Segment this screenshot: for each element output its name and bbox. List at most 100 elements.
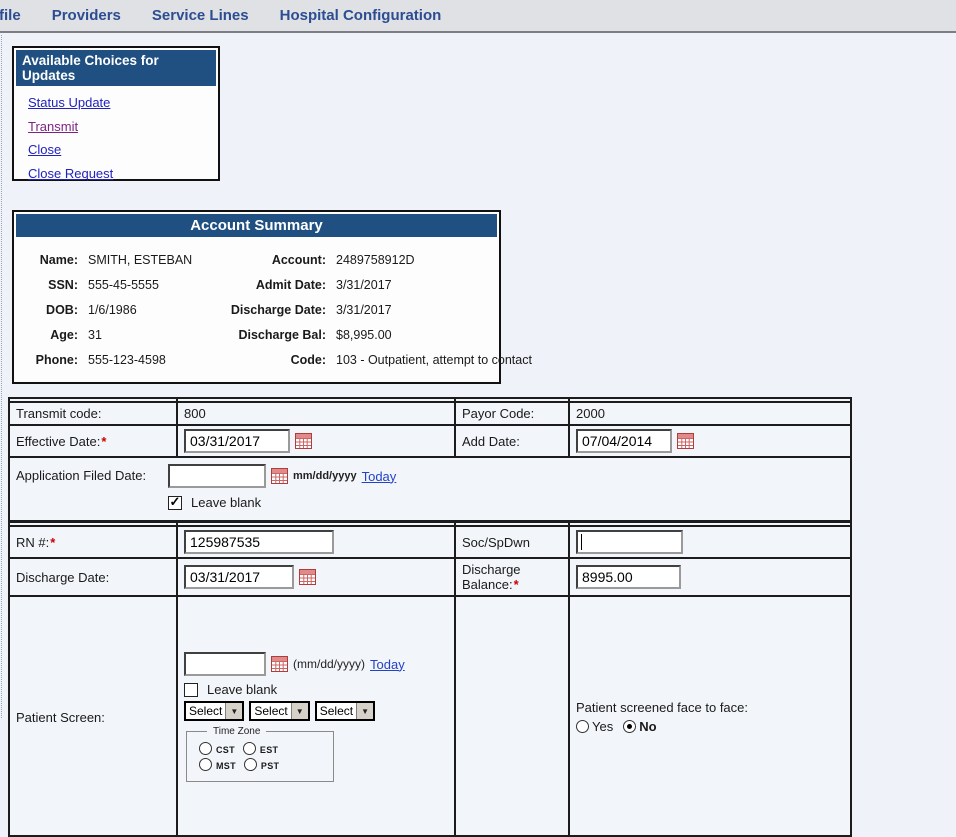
available-choices-panel: Available Choices for Updates Status Upd…	[12, 46, 220, 181]
leave-blank-checkbox[interactable]	[184, 683, 198, 697]
form-table-top: Transmit code: 800 Payor Code: 2000 Effe…	[8, 397, 852, 522]
discharge-date-label: Discharge Date:	[16, 570, 109, 585]
screened-f2f-radio-yes[interactable]	[576, 720, 589, 733]
transmit-code-value: 800	[184, 406, 206, 421]
timezone-fieldset: Time Zone CST EST MST PST	[186, 726, 334, 782]
calendar-icon[interactable]	[271, 468, 288, 484]
timezone-label-mst: MST	[216, 761, 236, 771]
frame-border	[1, 35, 2, 718]
age-value: 31	[88, 322, 218, 347]
select-value: Select	[317, 703, 356, 719]
add-date-input[interactable]	[576, 429, 672, 453]
discharge-date-value: 3/31/2017	[336, 297, 532, 322]
timezone-label-pst: PST	[261, 761, 279, 771]
screened-f2f-label-no: No	[639, 719, 656, 734]
application-filed-date-input[interactable]	[168, 464, 266, 488]
phone-label: Phone:	[22, 347, 78, 372]
add-date-label: Add Date:	[462, 434, 520, 449]
soc-spdwn-input[interactable]	[576, 530, 683, 554]
account-value: 2489758912D	[336, 247, 532, 272]
calendar-icon[interactable]	[295, 433, 312, 449]
link-transmit[interactable]: Transmit	[28, 120, 218, 134]
required-marker: *	[50, 535, 55, 550]
link-close-request[interactable]: Close Request	[28, 167, 218, 181]
chevron-down-icon: ▼	[291, 703, 308, 719]
nav-item-file[interactable]: file	[0, 7, 21, 24]
nav-item-providers[interactable]: Providers	[52, 7, 121, 24]
application-filed-date-label: Application Filed Date:	[16, 464, 168, 483]
leave-blank-label: Leave blank	[191, 495, 261, 510]
patient-screen-select-2[interactable]: Select▼	[249, 701, 309, 721]
chevron-down-icon: ▼	[356, 703, 373, 719]
soc-spdwn-label: Soc/SpDwn	[462, 535, 530, 550]
calendar-icon[interactable]	[271, 656, 288, 672]
name-value: SMITH, ESTEBAN	[88, 247, 218, 272]
rn-number-input[interactable]	[184, 530, 334, 554]
admit-date-value: 3/31/2017	[336, 272, 532, 297]
screened-f2f-radio-no[interactable]	[623, 720, 636, 733]
nav-item-service-lines[interactable]: Service Lines	[152, 7, 249, 24]
ssn-label: SSN:	[22, 272, 78, 297]
timezone-radio-mst[interactable]	[199, 758, 212, 771]
effective-date-input[interactable]	[184, 429, 290, 453]
dob-label: DOB:	[22, 297, 78, 322]
transmit-code-label-cell: Transmit code:	[9, 402, 177, 425]
required-marker: *	[101, 434, 106, 449]
transmit-code-value-cell: 800	[177, 402, 455, 425]
screened-f2f-label: Patient screened face to face:	[576, 700, 844, 715]
admit-date-label: Admit Date:	[228, 272, 326, 297]
discharge-date-label: Discharge Date:	[228, 297, 326, 322]
link-close[interactable]: Close	[28, 143, 218, 157]
form-table-bottom: RN #:* Soc/SpDwn Discharge Date: Dischar…	[8, 521, 852, 837]
dob-value: 1/6/1986	[88, 297, 218, 322]
timezone-legend: Time Zone	[207, 726, 266, 737]
account-summary-title: Account Summary	[16, 214, 497, 237]
leave-blank-label: Leave blank	[207, 682, 277, 697]
timezone-radio-pst[interactable]	[244, 758, 257, 771]
rn-number-label: RN #:	[16, 535, 49, 550]
code-value: 103 - Outpatient, attempt to contact	[336, 347, 532, 372]
name-label: Name:	[22, 247, 78, 272]
discharge-balance-input[interactable]	[576, 565, 681, 589]
payor-code-value-cell: 2000	[569, 402, 851, 425]
choices-link-list: Status Update Transmit Close Close Reque…	[14, 88, 218, 180]
chevron-down-icon: ▼	[225, 703, 242, 719]
select-value: Select	[186, 703, 225, 719]
discharge-bal-label: Discharge Bal:	[228, 322, 326, 347]
screened-f2f-label-yes: Yes	[592, 719, 613, 734]
patient-screen-select-3[interactable]: Select▼	[315, 701, 375, 721]
today-link[interactable]: Today	[362, 469, 397, 484]
account-label: Account:	[228, 247, 326, 272]
timezone-radio-est[interactable]	[243, 742, 256, 755]
link-status-update[interactable]: Status Update	[28, 96, 218, 110]
account-summary-grid: Name: SMITH, ESTEBAN Account: 2489758912…	[14, 239, 499, 382]
calendar-icon[interactable]	[677, 433, 694, 449]
transmit-code-label: Transmit code:	[16, 406, 102, 421]
date-format-hint: (mm/dd/yyyy)	[293, 657, 365, 671]
age-label: Age:	[22, 322, 78, 347]
available-choices-title: Available Choices for Updates	[16, 50, 216, 86]
timezone-label-est: EST	[260, 745, 278, 755]
account-summary-panel: Account Summary Name: SMITH, ESTEBAN Acc…	[12, 210, 501, 384]
code-label: Code:	[228, 347, 326, 372]
discharge-bal-value: $8,995.00	[336, 322, 532, 347]
payor-code-label: Payor Code:	[462, 406, 534, 421]
today-link[interactable]: Today	[370, 657, 405, 672]
leave-blank-checkbox[interactable]	[168, 496, 182, 510]
timezone-label-cst: CST	[216, 745, 235, 755]
empty-cell	[455, 596, 569, 836]
required-marker: *	[514, 577, 519, 592]
text-cursor	[581, 534, 582, 550]
payor-code-value: 2000	[576, 406, 605, 421]
date-format-hint: mm/dd/yyyy	[293, 470, 357, 482]
patient-screen-date-input[interactable]	[184, 652, 266, 676]
select-value: Select	[251, 703, 290, 719]
patient-screen-select-1[interactable]: Select▼	[184, 701, 244, 721]
discharge-balance-label: Discharge Balance:	[462, 562, 521, 592]
payor-code-label-cell: Payor Code:	[455, 402, 569, 425]
timezone-radio-cst[interactable]	[199, 742, 212, 755]
top-nav: file Providers Service Lines Hospital Co…	[0, 0, 956, 33]
discharge-date-input[interactable]	[184, 565, 294, 589]
nav-item-hospital-configuration[interactable]: Hospital Configuration	[280, 7, 442, 24]
calendar-icon[interactable]	[299, 569, 316, 585]
